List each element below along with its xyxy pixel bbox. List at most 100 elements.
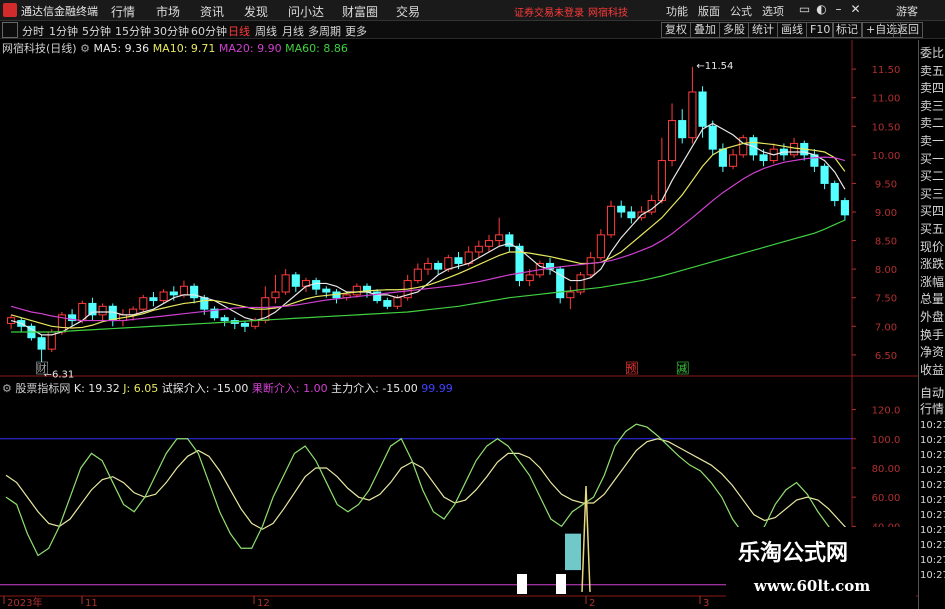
candle-body [718,148,727,167]
candle [647,194,656,215]
candle-body [708,125,717,150]
candle-body [312,280,321,290]
candle-body [98,305,107,316]
chart-area[interactable]: 11.50 11.00 10.50 10.00 9.50 9.00 8.50 8.00 7.50… [0,0,918,609]
price-tick-label: 10.50 [872,122,901,133]
candle-body [159,291,168,302]
candle-body [281,274,290,293]
quote-label[interactable]: 外盘 [920,310,944,324]
quote-label[interactable]: 总量 [920,292,944,306]
candle [545,257,555,275]
candle [769,143,778,164]
candle [606,200,616,238]
tick-time: 10:27 [920,525,945,536]
quote-label[interactable]: 卖二 [920,116,944,130]
candle-body [179,285,189,296]
candle [576,272,585,295]
date-tick-label: 2023年 [7,596,42,609]
watermark: 乐淘公式网 www.60lt.com [726,527,916,609]
price-tick-label: 9.50 [875,179,897,190]
candle-body [627,211,636,219]
ma20-line [10,156,846,322]
ind-tick-label: 60.00 [872,493,901,504]
quote-label[interactable]: 买四 [920,204,944,218]
candle-body [220,317,229,322]
event-mark-label: 预 [626,363,636,375]
price-tick-label: 11.00 [872,94,901,105]
candle-body [606,205,616,236]
tick-time: 10:27 [920,420,945,431]
candle [352,283,361,298]
candle-body [322,288,331,293]
quote-label[interactable]: 收益 [920,363,944,377]
tick-time: 10:27 [920,495,945,506]
candle-body [830,182,839,202]
candle-body [37,337,46,350]
quote-label[interactable]: 委比 [920,46,944,60]
candle [108,303,117,327]
price-axis: 11.50 11.00 10.50 10.00 9.50 9.00 8.50 8.00 7.50… [852,65,900,362]
quote-label[interactable]: 现价 [920,240,944,254]
candle [820,163,829,190]
candle [566,286,575,310]
candle [312,277,321,295]
candle [373,289,382,304]
k-line [5,423,851,557]
candle-body [678,120,687,139]
ind-tick-label: 100.0 [872,435,901,446]
quote-label[interactable]: 卖四 [920,81,944,95]
candle [830,180,839,207]
candle-body [413,268,422,282]
quote-label[interactable]: 行情 [920,402,944,416]
quote-label[interactable]: 涨跌 [920,257,944,271]
candle [718,143,727,172]
candle-body [596,234,605,259]
candle [88,297,97,321]
candle [708,120,717,155]
price-tick-label: 6.50 [875,351,897,362]
event-mark-label: 财 [37,362,47,375]
candle-body [474,245,483,253]
candle [657,137,666,204]
candle [159,289,168,304]
high-label: ←11.54 [696,61,733,72]
candle-body [251,320,260,327]
price-tick-label: 8.00 [875,265,897,276]
candle [149,292,158,307]
tick-time: 10:27 [920,465,945,476]
signal-block [517,574,527,594]
candle-body [667,120,677,162]
candle-body [139,297,148,310]
candle [739,134,748,158]
quote-label[interactable]: 卖五 [920,64,944,78]
candle [413,263,422,284]
candle [291,272,300,292]
quote-label[interactable]: 买五 [920,222,944,236]
price-tick-label: 10.00 [872,151,901,162]
right-quote-panel: 委比卖五卖四卖三卖二卖一买一买二买三买四买五现价涨跌涨幅总量外盘换手净资收益自动… [918,40,945,609]
candle-body [383,300,392,307]
candle [332,289,341,304]
tick-time: 10:27 [920,555,945,566]
candle-body [698,91,707,127]
candle [434,260,443,275]
quote-label[interactable]: 净资 [920,345,944,359]
d-line [5,438,851,533]
quote-label[interactable]: 买二 [920,169,944,183]
quote-label[interactable]: 涨幅 [920,275,944,289]
quote-label[interactable]: 买三 [920,187,944,201]
price-tick-label: 7.00 [875,322,897,333]
quote-label[interactable]: 换手 [920,328,944,342]
candle-body [149,297,158,302]
candle-body [688,91,697,139]
quote-label[interactable]: 卖一 [920,134,944,148]
candle-body [790,142,799,156]
quote-label[interactable]: 卖三 [920,99,944,113]
candle-body [484,240,494,247]
indicator-lines [0,423,852,594]
quote-label[interactable]: 买一 [920,152,944,166]
date-tick-label: 3 [703,598,709,609]
quote-label[interactable]: 自动 [920,386,944,400]
candle-body [200,297,209,310]
candle [840,197,849,221]
